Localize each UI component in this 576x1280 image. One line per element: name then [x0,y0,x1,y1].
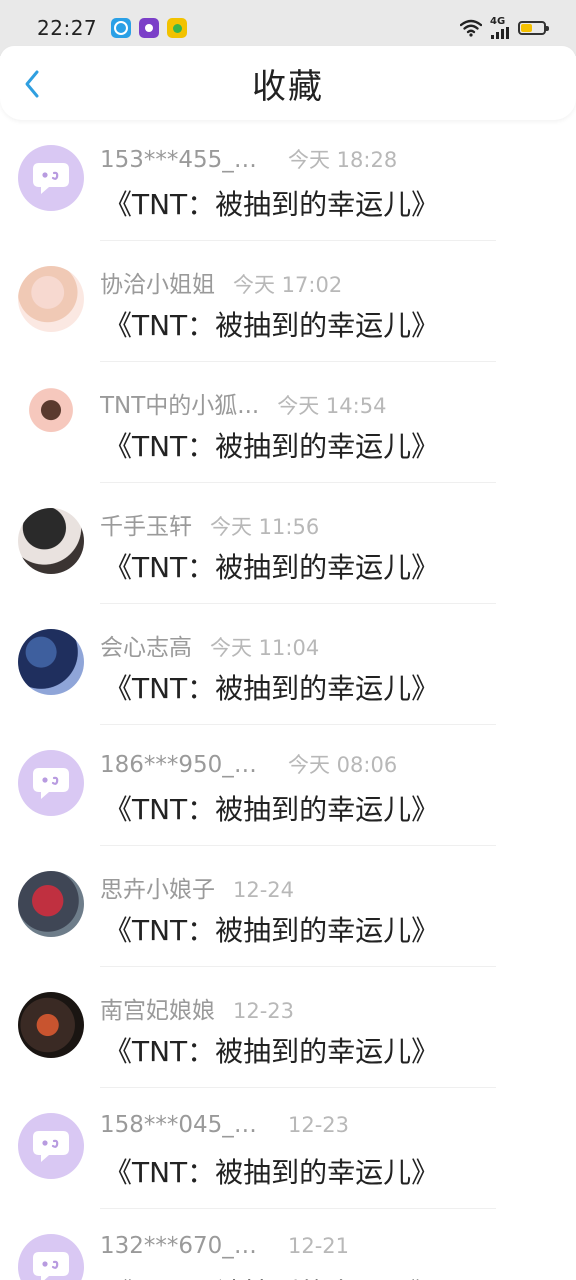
item-time: 12-24 [233,878,295,902]
back-button[interactable] [14,66,50,102]
default-avatar[interactable] [18,1234,84,1280]
chat-bubble-icon [33,1131,69,1162]
nav-bar: 收藏 [0,46,576,120]
item-header: 思卉小娘子 12-24 [100,870,294,904]
status-time: 22:27 [37,16,98,40]
item-title[interactable]: 《TNT：被抽到的幸运儿》 [104,667,439,707]
item-header: 158***045_6... 12-23 [100,1112,349,1138]
wifi-icon [460,19,482,37]
chat-bubble-icon [33,1252,69,1280]
avatar[interactable] [18,266,84,332]
item-username[interactable]: 南宫妃娘娘 [100,991,215,1025]
item-username[interactable]: 千手玉轩 [100,507,192,541]
item-title[interactable]: 《TNT：被抽到的幸运儿》 [104,909,439,949]
item-time: 今天 17:02 [233,273,343,297]
item-username[interactable]: 153***455_5... [100,147,270,173]
item-title[interactable]: 《TNT：被抽到的幸运儿》 [104,1151,439,1191]
app-3-icon [167,18,188,38]
list-item[interactable]: 思卉小娘子 12-24 《TNT：被抽到的幸运儿》 [0,846,576,967]
battery-icon [518,21,549,35]
avatar[interactable] [18,508,84,574]
list-item[interactable]: 153***455_5... 今天 18:28 《TNT：被抽到的幸运儿》 [0,120,576,241]
avatar[interactable] [18,871,84,937]
avatar[interactable] [18,387,84,453]
item-header: 186***950_4... 今天 08:06 [100,749,397,779]
app-2-icon [139,18,160,38]
item-username[interactable]: TNT中的小狐... [100,386,259,420]
item-header: 千手玉轩 今天 11:56 [100,507,319,541]
item-username[interactable]: 132***670_4... [100,1233,270,1259]
item-title[interactable]: 《TNT：被抽到的幸运儿》 [104,546,439,586]
item-time: 12-21 [288,1234,350,1258]
item-title[interactable]: 《TNT：被抽到的幸运儿》 [104,183,439,223]
item-header: 132***670_4... 12-21 [100,1233,349,1259]
item-username[interactable]: 协洽小姐姐 [100,265,215,299]
item-time: 今天 11:04 [210,636,320,660]
item-header: 协洽小姐姐 今天 17:02 [100,265,342,299]
list-item[interactable]: 会心志高 今天 11:04 《TNT：被抽到的幸运儿》 [0,604,576,725]
list-item[interactable]: 158***045_6... 12-23 《TNT：被抽到的幸运儿》 [0,1088,576,1209]
avatar[interactable] [18,992,84,1058]
status-indicators: 4G [460,17,549,39]
list-item[interactable]: 南宫妃娘娘 12-23 《TNT：被抽到的幸运儿》 [0,967,576,1088]
default-avatar[interactable] [18,145,84,211]
default-avatar[interactable] [18,750,84,816]
network-type-label: 4G [490,16,506,27]
item-title[interactable]: 《TNT：被抽到的幸运儿》 [104,1030,439,1070]
chevron-left-icon [25,70,39,98]
item-time: 今天 14:54 [277,394,387,418]
list-item[interactable]: 186***950_4... 今天 08:06 《TNT：被抽到的幸运儿》 [0,725,576,846]
item-header: TNT中的小狐... 今天 14:54 [100,386,386,420]
item-title[interactable]: 《TNT：被抽到的幸运儿》 [104,425,439,465]
app-1-icon [111,18,132,38]
item-title[interactable]: 《TNT：被抽到的幸运儿》 [104,1272,439,1280]
item-header: 南宫妃娘娘 12-23 [100,991,294,1025]
item-time: 12-23 [233,999,295,1023]
item-username[interactable]: 会心志高 [100,628,192,662]
item-title[interactable]: 《TNT：被抽到的幸运儿》 [104,788,439,828]
item-time: 今天 11:56 [210,515,320,539]
chat-bubble-icon [33,768,69,799]
signal-group: 4G [490,17,510,39]
signal-icon [491,27,509,39]
page-title: 收藏 [252,66,324,107]
list-item[interactable]: 协洽小姐姐 今天 17:02 《TNT：被抽到的幸运儿》 [0,241,576,362]
list-item[interactable]: TNT中的小狐... 今天 14:54 《TNT：被抽到的幸运儿》 [0,362,576,483]
list-item[interactable]: 132***670_4... 12-21 《TNT：被抽到的幸运儿》 [0,1209,576,1280]
item-time: 今天 18:28 [288,148,398,172]
item-time: 12-23 [288,1113,350,1137]
battery-level [521,24,532,32]
item-username[interactable]: 158***045_6... [100,1112,270,1138]
item-username[interactable]: 186***950_4... [100,752,270,778]
favorites-list: 153***455_5... 今天 18:28 《TNT：被抽到的幸运儿》 协洽小姐姐… [0,120,576,1280]
item-username[interactable]: 思卉小娘子 [100,870,215,904]
item-header: 153***455_5... 今天 18:28 [100,144,397,174]
item-time: 今天 08:06 [288,753,398,777]
status-app-icons [111,18,188,38]
item-header: 会心志高 今天 11:04 [100,628,319,662]
item-title[interactable]: 《TNT：被抽到的幸运儿》 [104,304,439,344]
avatar[interactable] [18,629,84,695]
default-avatar[interactable] [18,1113,84,1179]
list-item[interactable]: 千手玉轩 今天 11:56 《TNT：被抽到的幸运儿》 [0,483,576,604]
chat-bubble-icon [33,163,69,194]
